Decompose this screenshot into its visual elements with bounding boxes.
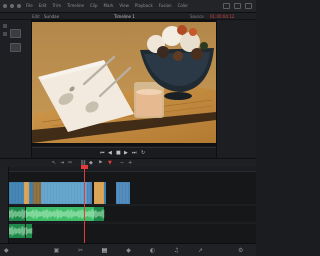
menu-bar: File Edit Trim Timeline Clip Mark View P… <box>0 0 256 13</box>
video-frame-image <box>32 22 216 143</box>
inspector-panel <box>216 20 256 158</box>
project-settings-gear-icon[interactable]: ⚙ <box>238 247 243 254</box>
trim-tool-icon[interactable]: ⇥ <box>60 160 64 166</box>
mixer-toggle-icon[interactable] <box>234 3 241 9</box>
menu-item-timeline[interactable]: Timeline <box>67 3 84 8</box>
maximize-window-icon[interactable] <box>17 4 21 8</box>
go-to-end-button[interactable]: ⏭ <box>132 150 137 156</box>
timecode-display: 01:00:04:12 <box>210 14 235 19</box>
selection-tool-icon[interactable]: ↖ <box>52 160 56 166</box>
resolve-logo-icon: ◆ <box>4 247 9 254</box>
metadata-toggle-icon[interactable] <box>245 3 252 9</box>
minimize-window-icon[interactable] <box>10 4 14 8</box>
flag-icon[interactable]: ⚑ <box>98 160 102 166</box>
bin-list-icon[interactable] <box>3 24 7 28</box>
play-reverse-button[interactable]: ◀ <box>108 150 112 156</box>
media-thumbnail[interactable] <box>10 29 21 38</box>
page-fairlight-button[interactable]: ♫ <box>172 246 181 254</box>
playhead-line[interactable] <box>84 166 85 243</box>
video-track <box>9 182 130 204</box>
page-fusion-button[interactable]: ◆ <box>124 246 133 254</box>
viewer-mode[interactable]: Source <box>190 14 204 19</box>
page-cut-button[interactable]: ✂ <box>76 246 85 254</box>
media-pool-panel <box>0 20 32 158</box>
menu-item-trim[interactable]: Trim <box>52 3 61 8</box>
menu-item-fusion[interactable]: Fusion <box>159 3 172 8</box>
play-button[interactable]: ▶ <box>124 150 128 156</box>
page-color-button[interactable]: ◐ <box>148 246 157 254</box>
menu-item-edit[interactable]: Edit <box>39 3 47 8</box>
timeline-tracks <box>8 182 256 238</box>
zoom-in-icon[interactable]: + <box>128 160 132 166</box>
project-name: Sundae <box>44 14 60 19</box>
video-frame[interactable] <box>32 22 216 143</box>
timeline-panel[interactable] <box>0 167 256 243</box>
menu-item-mark[interactable]: Mark <box>104 3 114 8</box>
media-thumbnail[interactable] <box>10 43 21 52</box>
timeline-toolbar: ↖ ⇥ ✂ ⛓ ◆ ⚑ ▼ − + <box>0 158 256 167</box>
top-right-tools <box>223 3 252 9</box>
snapping-icon[interactable]: ◆ <box>89 160 93 166</box>
page-label: Edit <box>32 14 40 19</box>
close-window-icon[interactable] <box>3 4 7 8</box>
track-headers <box>0 167 9 243</box>
go-to-start-button[interactable]: ⏮ <box>100 150 105 156</box>
inspector-toggle-icon[interactable] <box>223 3 230 9</box>
page-media-button[interactable]: ▣ <box>52 246 61 254</box>
window-controls <box>3 4 21 8</box>
page-edit-button[interactable]: ▤ <box>100 246 109 254</box>
blade-tool-icon[interactable]: ✂ <box>68 160 72 166</box>
menu-items: File Edit Trim Timeline Clip Mark View P… <box>26 3 188 8</box>
menu-item-playback[interactable]: Playback <box>135 3 153 8</box>
timeline-name[interactable]: Timeline 1 <box>114 14 135 19</box>
menu-item-color[interactable]: Color <box>178 3 188 8</box>
loop-button[interactable]: ↻ <box>141 150 145 156</box>
timeline-ruler[interactable] <box>9 167 256 172</box>
menu-item-clip[interactable]: Clip <box>90 3 98 8</box>
marker-icon[interactable]: ▼ <box>108 160 112 166</box>
page-deliver-button[interactable]: ➚ <box>196 246 205 254</box>
smart-bin-icon[interactable] <box>3 32 7 36</box>
viewer-scrub-bar[interactable] <box>32 147 216 148</box>
viewer-header: Edit Sundae Timeline 1 Source 01:00:04:1… <box>0 13 256 20</box>
video-clip[interactable] <box>104 182 106 204</box>
menu-item-view[interactable]: View <box>119 3 129 8</box>
zoom-out-icon[interactable]: − <box>120 160 124 166</box>
stop-button[interactable]: ■ <box>116 150 121 156</box>
playhead-handle[interactable] <box>81 165 88 169</box>
page-navigation-bar: ◆ ▣ ✂ ▤ ◆ ◐ ♫ ➚ ⚙ <box>0 243 256 256</box>
menu-item-file[interactable]: File <box>26 3 33 8</box>
video-clip[interactable] <box>33 182 41 204</box>
